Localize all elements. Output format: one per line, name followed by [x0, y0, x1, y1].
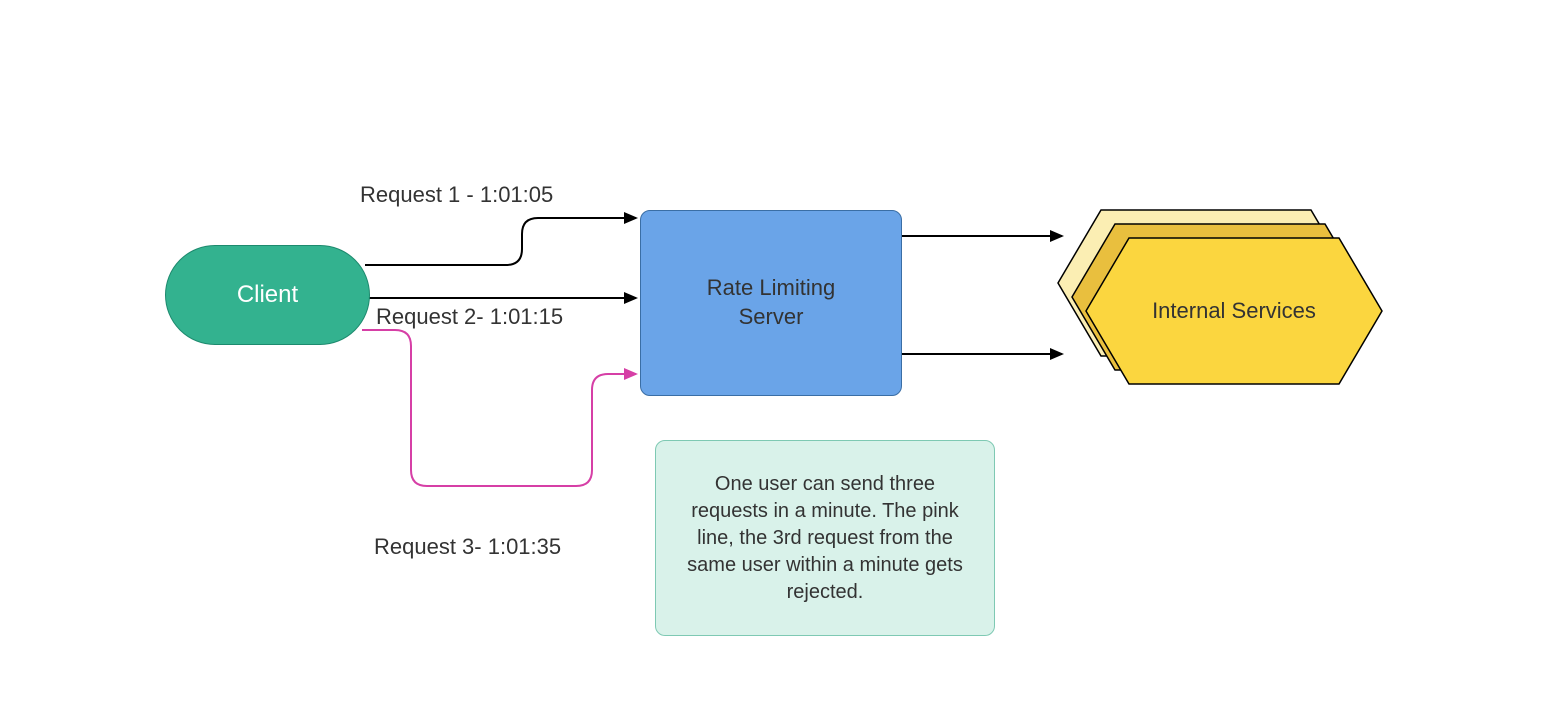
label-request-1: Request 1 - 1:01:05 — [360, 182, 553, 208]
internal-services-label: Internal Services — [1152, 298, 1316, 324]
label-request-3: Request 3- 1:01:35 — [374, 534, 561, 560]
node-client: Client — [165, 245, 370, 345]
note-text: One user can send three requests in a mi… — [676, 471, 974, 606]
server-label-line1: Rate Limiting — [707, 275, 835, 300]
client-label: Client — [237, 281, 298, 309]
node-rate-limiting-server: Rate Limiting Server — [640, 210, 902, 396]
edge-request-1 — [365, 218, 636, 265]
diagram-canvas: Client Rate Limiting Server Internal Ser… — [0, 0, 1556, 708]
edge-request-3 — [362, 330, 636, 486]
label-request-2: Request 2- 1:01:15 — [376, 304, 563, 330]
server-label-line2: Server — [739, 304, 804, 329]
server-label: Rate Limiting Server — [707, 274, 835, 331]
node-internal-services-stack: Internal Services — [1056, 208, 1386, 388]
note-box: One user can send three requests in a mi… — [655, 440, 995, 636]
hex-front: Internal Services — [1084, 236, 1384, 386]
